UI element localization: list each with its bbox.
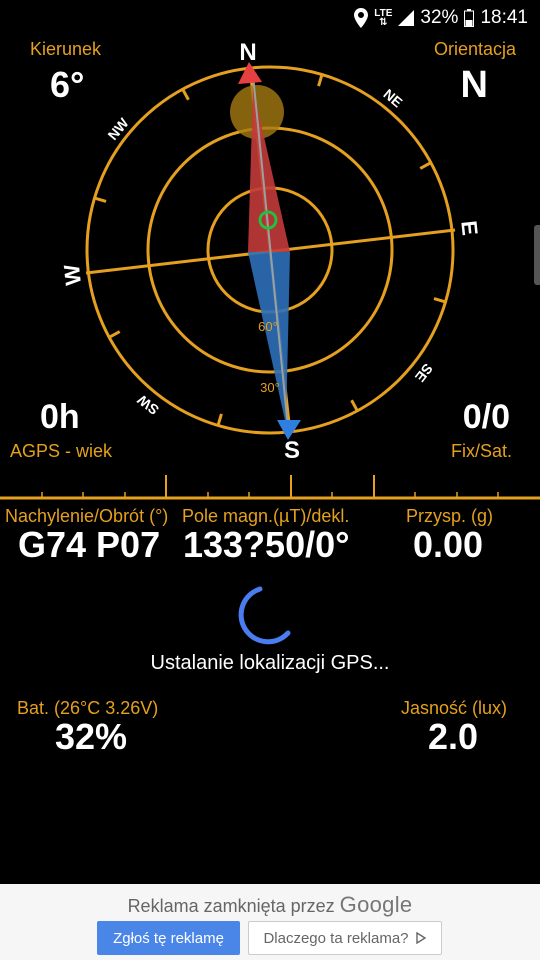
fix-value: 0/0 <box>462 398 510 436</box>
accel-value: 0.00 <box>413 524 484 565</box>
google-logo: Google <box>339 892 413 917</box>
dir-s: S <box>284 437 300 464</box>
ring-60-label: 60° <box>258 319 278 334</box>
ad-closed-text: Reklama zamknięta przez <box>127 896 335 916</box>
needle-south <box>248 252 290 425</box>
fix-label: Fix/Sat. <box>450 441 512 461</box>
agps-label: AGPS - wiek <box>10 441 113 461</box>
dir-w: W <box>59 263 86 286</box>
report-ad-button[interactable]: Zgłoś tę reklamę <box>97 921 240 955</box>
ring-30-label: 30° <box>260 380 280 395</box>
ad-closed-title: Reklama zamknięta przez Google <box>0 892 540 918</box>
agps-value: 0h <box>40 398 80 436</box>
heading-value: 6° <box>50 64 85 105</box>
orientation-label: Orientacja <box>433 39 516 59</box>
orientation-value: N <box>460 64 488 106</box>
heading-label: Kierunek <box>30 39 102 59</box>
dir-nw: NW <box>104 114 132 143</box>
play-outline-icon <box>415 932 426 944</box>
ad-closed-bar: Reklama zamknięta przez Google Zgłoś tę … <box>0 884 540 960</box>
tilt-value: G74 P07 <box>18 524 161 565</box>
mag-value: 133?50/0° <box>183 524 350 565</box>
dir-e: E <box>456 219 482 236</box>
scroll-handle[interactable] <box>534 225 540 285</box>
dir-n: N <box>239 39 256 66</box>
level-ruler <box>0 475 540 500</box>
why-this-ad-button[interactable]: Dlaczego ta reklama? <box>248 921 442 955</box>
battery-value: 32% <box>55 716 128 757</box>
why-this-ad-label: Dlaczego ta reklama? <box>263 929 409 947</box>
light-value: 2.0 <box>427 716 478 757</box>
loading-text: Ustalanie lokalizacji GPS... <box>150 652 390 674</box>
loading-spinner-icon <box>238 586 291 645</box>
dir-se: SE <box>412 361 436 386</box>
